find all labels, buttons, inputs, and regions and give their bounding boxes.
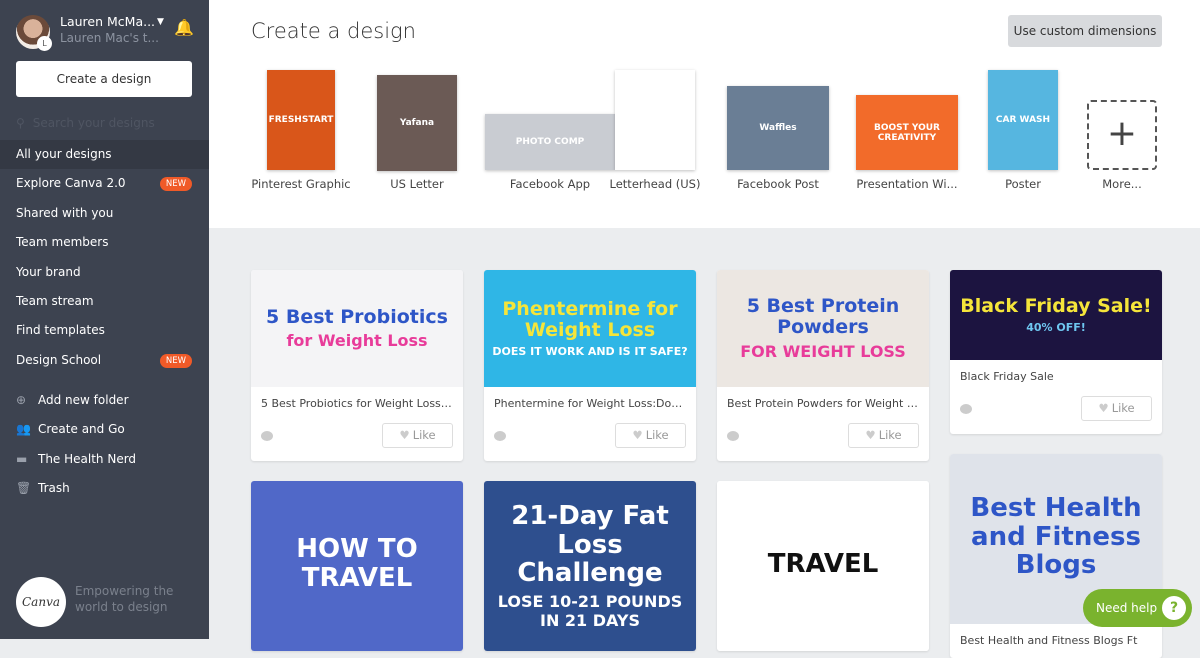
design-thumbnail[interactable]: 5 Best Probiotics for Weight Loss [251, 270, 463, 387]
template-label: US Letter [390, 177, 444, 191]
design-title[interactable]: Black Friday Sale [950, 360, 1162, 394]
folder-icon: ▬ [16, 451, 28, 466]
sidebar-item-your-brand[interactable]: Your brand [0, 258, 209, 287]
design-thumbnail[interactable]: 5 Best Protein Powders FOR WEIGHT LOSS [717, 270, 929, 387]
design-thumbnail[interactable]: HOW TO TRAVEL [251, 481, 463, 651]
comment-icon[interactable] [727, 431, 739, 441]
comment-icon[interactable] [494, 431, 506, 441]
template-thumbnail[interactable]: Waffles [727, 86, 829, 170]
heart-icon: ♥ [865, 428, 876, 442]
user-name[interactable]: Lauren McMa... [60, 14, 155, 29]
template-thumbnail[interactable]: FRESHSTART [267, 70, 335, 170]
sidebar-item-label: Team members [16, 235, 109, 250]
sidebar-item-label: Team stream [16, 294, 94, 308]
plus-icon: + [1106, 113, 1138, 154]
template-label: Facebook Post [737, 177, 819, 191]
comment-icon[interactable] [960, 404, 972, 414]
custom-dimensions-button[interactable]: Use custom dimensions [1008, 15, 1162, 47]
design-thumbnail[interactable]: Phentermine for Weight Loss DOES IT WORK … [484, 270, 696, 387]
design-thumbnail[interactable]: Black Friday Sale! 40% OFF! [950, 270, 1162, 360]
design-title[interactable]: Best Health and Fitness Blogs Ft [950, 624, 1162, 658]
template-label: Poster [1005, 177, 1041, 191]
design-card[interactable]: HOW TO TRAVEL [251, 481, 463, 651]
chevron-down-icon[interactable]: ▼ [157, 17, 164, 27]
sidebar-item-design-school[interactable]: Design School NEW [0, 346, 209, 375]
sidebar-item-find-templates[interactable]: Find templates [0, 316, 209, 345]
question-icon: ? [1162, 596, 1186, 620]
design-card[interactable]: Phentermine for Weight Loss DOES IT WORK … [484, 270, 696, 461]
design-card[interactable]: 5 Best Protein Powders FOR WEIGHT LOSS Bes… [717, 270, 929, 461]
sidebar-item-team-members[interactable]: Team members [0, 228, 209, 257]
need-help-button[interactable]: Need help? [1083, 589, 1192, 627]
more-templates-button[interactable]: + [1087, 100, 1157, 170]
design-card[interactable]: Best Health and Fitness Blogs Best Health… [950, 454, 1162, 658]
design-title[interactable]: 5 Best Probiotics for Weight LossA... [251, 387, 463, 421]
team-name[interactable]: Lauren Mac's t... [60, 31, 159, 45]
heart-icon: ♥ [399, 428, 410, 442]
new-badge: NEW [159, 177, 192, 192]
template-thumbnail[interactable]: CAR WASH [988, 70, 1058, 170]
folder-trash[interactable]: 🗑 Trash [16, 478, 70, 498]
search-input[interactable]: ⚲ Search your designs [16, 116, 155, 130]
design-title[interactable]: Phentermine for Weight Loss:Doe... [484, 387, 696, 421]
like-button[interactable]: ♥ Like [1081, 396, 1152, 421]
sidebar-item-team-stream[interactable]: Team stream [0, 287, 209, 316]
sidebar-item-all-your-designs[interactable]: All your designs [0, 140, 221, 170]
comment-icon[interactable] [261, 431, 273, 441]
template-thumbnail[interactable] [615, 70, 695, 170]
people-icon: 👥 [16, 422, 31, 437]
sidebar-item-label: Design School [16, 352, 102, 367]
sidebar-item-explore-canva-2-0[interactable]: Explore Canva 2.0 NEW [0, 169, 209, 198]
search-icon: ⚲ [16, 116, 25, 130]
create-design-button[interactable]: Create a design [16, 61, 192, 97]
folder-create-and-go[interactable]: 👥 Create and Go [16, 419, 125, 439]
template-thumbnail[interactable]: PHOTO COMP [485, 114, 615, 170]
template-label: Facebook App [509, 177, 591, 191]
design-card[interactable]: 5 Best Probiotics for Weight Loss 5 Best P… [251, 270, 463, 461]
sidebar-item-shared-with-you[interactable]: Shared with you [0, 199, 209, 228]
sidebar-item-label: Explore Canva 2.0 [16, 176, 126, 191]
more-label[interactable]: More... [1102, 177, 1141, 191]
sidebar-item-label: Shared with you [16, 205, 114, 220]
sidebar-item-label: Your brand [16, 264, 81, 279]
template-label: Pinterest Graphic [251, 177, 351, 191]
like-button[interactable]: ♥ Like [848, 423, 919, 448]
create-design-panel: Create a design Use custom dimensions FR… [209, 0, 1200, 228]
trash-icon: 🗑 [16, 480, 32, 495]
template-thumbnail[interactable]: Yafana [377, 75, 457, 171]
heart-icon: ♥ [1098, 401, 1109, 415]
template-label: Letterhead (US) [609, 177, 701, 191]
folder-add-new-folder[interactable]: ⊕ Add new folder [16, 390, 129, 410]
folder-the-health-nerd[interactable]: ▬ The Health Nerd [16, 449, 136, 469]
sidebar: L Lauren McMa... Lauren Mac's t... ▼ 🔔 C… [0, 0, 221, 639]
like-button[interactable]: ♥ Like [615, 423, 686, 448]
design-card[interactable]: 21-Day Fat Loss Challenge LOSE 10-21 POUN… [484, 481, 696, 651]
new-badge: NEW [159, 353, 192, 368]
template-thumbnail[interactable]: BOOST YOUR CREATIVITY [856, 95, 958, 170]
sidebar-item-label: All your designs [16, 147, 112, 161]
canva-logo[interactable]: Canva [16, 577, 66, 627]
design-card[interactable]: TRAVEL [717, 481, 929, 651]
page-title: Create a design [251, 19, 416, 43]
design-thumbnail[interactable]: 21-Day Fat Loss Challenge LOSE 10-21 POUN… [484, 481, 696, 651]
sidebar-item-label: Find templates [16, 323, 105, 338]
team-initial-badge: L [37, 36, 52, 51]
plus-circle-icon: ⊕ [16, 393, 27, 407]
like-button[interactable]: ♥ Like [382, 423, 453, 448]
heart-icon: ♥ [632, 428, 643, 442]
design-thumbnail[interactable]: TRAVEL [717, 481, 929, 651]
template-label: Presentation Wi... [856, 177, 958, 191]
tagline: Empowering the world to design [75, 584, 174, 614]
bell-icon[interactable]: 🔔 [174, 18, 194, 37]
design-card[interactable]: Black Friday Sale! 40% OFF! Black Friday S… [950, 270, 1162, 434]
design-title[interactable]: Best Protein Powders for Weight L... [717, 387, 929, 421]
